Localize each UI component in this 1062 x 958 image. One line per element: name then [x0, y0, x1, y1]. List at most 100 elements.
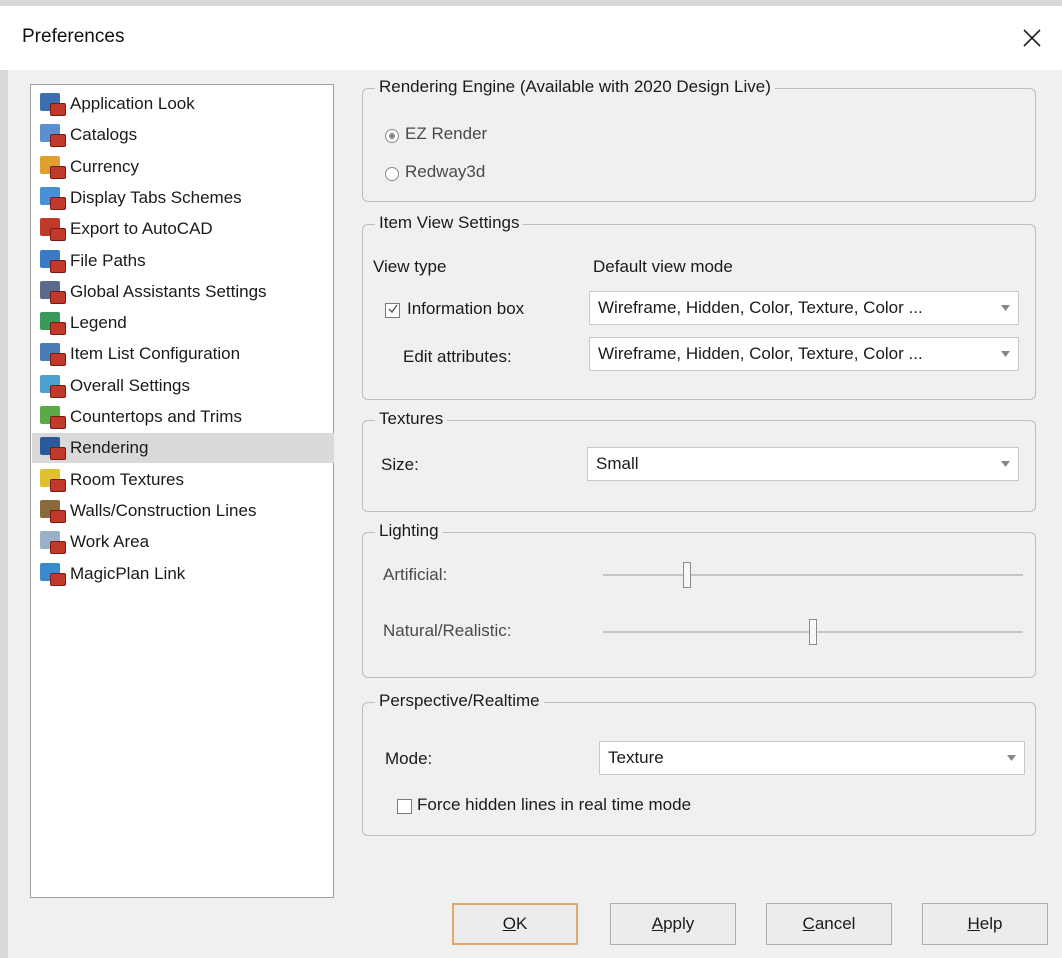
- magicplan-icon: [38, 561, 68, 587]
- apply-accel: A: [651, 914, 664, 933]
- ok-label-rest: K: [515, 914, 528, 933]
- sidebar-item-label: Display Tabs Schemes: [70, 187, 242, 207]
- textures-group: Textures Size: Small: [362, 409, 1036, 512]
- cancel-button[interactable]: Cancel: [766, 903, 892, 945]
- sidebar-item-label: Application Look: [70, 94, 195, 113]
- assistants-icon: [38, 279, 68, 305]
- sidebar-item-walls-construction-lines[interactable]: Walls/Construction Lines: [32, 496, 334, 526]
- item-view-settings-group: Item View Settings View type Default vie…: [362, 213, 1036, 400]
- sidebar-item-currency[interactable]: Currency: [32, 152, 334, 182]
- sidebar-item-label: Room Textures: [70, 469, 185, 489]
- information-box-view-mode-value: Wireframe, Hidden, Color, Texture, Color…: [598, 298, 923, 317]
- sidebar-item-item-list-configuration[interactable]: Item List Configuration: [32, 339, 334, 369]
- title-bar: Preferences: [0, 0, 1062, 70]
- countertops-icon: [38, 404, 68, 430]
- sidebar-item-rendering[interactable]: Rendering: [32, 433, 334, 464]
- size-label: Size:: [381, 455, 419, 474]
- sidebar-item-export-to-autocad[interactable]: Export to AutoCAD: [32, 214, 334, 244]
- sidebar-item-label: Walls/Construction Lines: [70, 500, 257, 520]
- force-hidden-lines-checkbox[interactable]: [397, 799, 412, 814]
- sidebar-item-label: Currency: [70, 156, 139, 176]
- natural-slider-thumb[interactable]: [809, 619, 817, 645]
- sidebar-item-label: Countertops and Trims: [70, 407, 242, 426]
- help-accel: H: [967, 914, 980, 933]
- perspective-realtime-group: Perspective/Realtime Mode: Texture Force…: [362, 691, 1036, 836]
- lighting-title: Lighting: [375, 521, 443, 541]
- cancel-label-rest: ancel: [814, 914, 856, 933]
- overall-settings-icon: [38, 373, 68, 399]
- room-textures-icon: [38, 467, 68, 493]
- sidebar-item-catalogs[interactable]: Catalogs: [32, 120, 334, 150]
- item-list-icon: [38, 341, 68, 367]
- close-icon: [1023, 29, 1041, 47]
- dropdown-arrow-icon: [1000, 461, 1010, 467]
- sidebar-item-label: Export to AutoCAD: [70, 219, 213, 239]
- file-paths-icon: [38, 248, 68, 274]
- work-area-icon: [38, 529, 68, 555]
- sidebar-item-legend[interactable]: Legend: [32, 308, 334, 338]
- sidebar-item-label: Work Area: [70, 532, 150, 552]
- dropdown-arrow-icon: [1000, 351, 1010, 357]
- lighting-group: Lighting Artificial: Natural/Realistic:: [362, 521, 1036, 678]
- artificial-label: Artificial:: [383, 565, 448, 584]
- sidebar-item-label: Rendering: [70, 438, 149, 458]
- information-box-checkbox[interactable]: [385, 303, 400, 318]
- sidebar-item-label: MagicPlan Link: [70, 563, 186, 583]
- redway3d-label[interactable]: Redway3d: [405, 162, 485, 182]
- edit-attributes-view-mode-value: Wireframe, Hidden, Color, Texture, Color…: [598, 344, 923, 363]
- display-tabs-icon: [38, 185, 68, 211]
- ez-render-radio[interactable]: [385, 129, 399, 143]
- sidebar-item-room-textures[interactable]: Room Textures: [32, 465, 334, 495]
- sidebar-item-overall-settings[interactable]: Overall Settings: [32, 371, 334, 401]
- preferences-tree[interactable]: Application Look Catalogs Currency Display …: [30, 84, 334, 898]
- sidebar-item-label: Item List Configuration: [70, 344, 241, 364]
- sidebar-item-application-look[interactable]: Application Look: [32, 89, 334, 119]
- application-look-icon: [38, 91, 68, 117]
- help-label-rest: elp: [979, 914, 1003, 933]
- sidebar-item-label: Global Assistants Settings: [70, 281, 267, 301]
- sidebar-item-display-tabs-schemes[interactable]: Display Tabs Schemes: [32, 183, 334, 213]
- ok-button[interactable]: OK: [452, 903, 578, 945]
- artificial-slider-thumb[interactable]: [683, 562, 691, 588]
- sidebar-item-file-paths[interactable]: File Paths: [32, 246, 334, 276]
- rendering-engine-title: Rendering Engine (Available with 2020 De…: [375, 77, 775, 97]
- default-view-mode-header: Default view mode: [593, 257, 733, 276]
- sidebar-item-countertops-and-trims[interactable]: Countertops and Trims: [32, 402, 334, 432]
- redway3d-radio[interactable]: [385, 167, 399, 181]
- checkmark-icon: [388, 304, 398, 314]
- sidebar-item-work-area[interactable]: Work Area: [32, 527, 334, 557]
- information-box-view-mode-select[interactable]: Wireframe, Hidden, Color, Texture, Color…: [589, 291, 1019, 325]
- sidebar-item-global-assistants-settings[interactable]: Global Assistants Settings: [32, 277, 334, 307]
- texture-size-value: Small: [596, 454, 639, 473]
- window-title: Preferences: [22, 26, 125, 47]
- catalogs-icon: [38, 122, 68, 148]
- legend-icon: [38, 310, 68, 336]
- edit-attributes-view-mode-select[interactable]: Wireframe, Hidden, Color, Texture, Color…: [589, 337, 1019, 371]
- ok-accel: O: [502, 914, 516, 933]
- perspective-mode-value: Texture: [608, 748, 664, 767]
- item-view-settings-title: Item View Settings: [375, 213, 524, 233]
- close-button[interactable]: [1002, 6, 1062, 70]
- sidebar-item-label: Catalogs: [70, 125, 138, 145]
- artificial-slider-track[interactable]: [603, 574, 1023, 576]
- sidebar-item-magicplan-link[interactable]: MagicPlan Link: [32, 559, 334, 589]
- mode-label: Mode:: [385, 749, 433, 768]
- perspective-realtime-title: Perspective/Realtime: [375, 691, 544, 711]
- perspective-mode-select[interactable]: Texture: [599, 741, 1025, 775]
- cancel-accel: C: [802, 914, 815, 933]
- force-hidden-lines-label[interactable]: Force hidden lines in real time mode: [417, 795, 691, 815]
- ez-render-label[interactable]: EZ Render: [405, 124, 487, 144]
- help-button[interactable]: Help: [922, 903, 1048, 945]
- apply-button[interactable]: Apply: [610, 903, 736, 945]
- currency-icon: [38, 154, 68, 180]
- rendering-engine-group: Rendering Engine (Available with 2020 De…: [362, 77, 1036, 202]
- sidebar-item-label: File Paths: [70, 250, 146, 270]
- walls-icon: [38, 498, 68, 524]
- information-box-label[interactable]: Information box: [407, 299, 524, 319]
- view-type-header: View type: [373, 257, 447, 276]
- textures-title: Textures: [375, 409, 448, 429]
- window-border: [0, 70, 8, 958]
- sidebar-item-label: Overall Settings: [70, 375, 190, 395]
- apply-label-rest: pply: [663, 914, 695, 933]
- texture-size-select[interactable]: Small: [587, 447, 1019, 481]
